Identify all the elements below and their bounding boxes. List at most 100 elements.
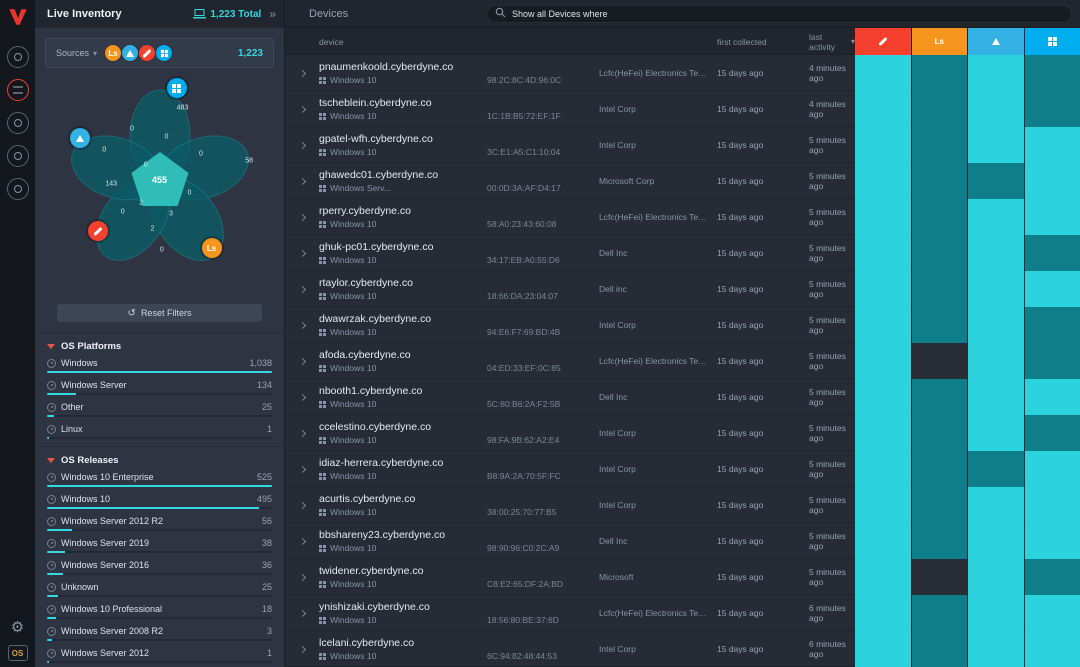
heat-cell[interactable] — [1025, 631, 1080, 667]
filter-toggle-icon[interactable] — [47, 583, 56, 592]
heat-cell[interactable] — [1025, 271, 1080, 307]
triangle-source-icon[interactable] — [70, 128, 90, 148]
device-name[interactable]: lcelani.cyberdyne.co — [319, 637, 487, 649]
heat-cell[interactable] — [855, 199, 911, 235]
filter-row[interactable]: Windows 10 Enterprise 525 — [47, 472, 272, 487]
windows-source-icon[interactable] — [167, 78, 187, 98]
heat-cell[interactable] — [968, 379, 1024, 415]
table-row[interactable]: nbooth1.cyberdyne.co Windows 10 5C:80:B6… — [285, 379, 1080, 415]
row-expand-chevron[interactable] — [298, 69, 305, 76]
row-expand-chevron[interactable] — [298, 537, 305, 544]
orange-source-icon[interactable]: Ls — [104, 44, 122, 62]
red-source-icon[interactable] — [138, 44, 156, 62]
heat-cell[interactable] — [968, 523, 1024, 559]
device-name[interactable]: afoda.cyberdyne.co — [319, 349, 487, 361]
row-expand-chevron[interactable] — [298, 465, 305, 472]
device-search-input[interactable] — [487, 5, 1072, 23]
red-source-column-header[interactable] — [855, 28, 911, 55]
heat-cell[interactable] — [1025, 307, 1080, 343]
network-icon[interactable] — [7, 178, 29, 200]
device-name[interactable]: acurtis.cyberdyne.co — [319, 493, 487, 505]
filter-toggle-icon[interactable] — [47, 539, 56, 548]
filter-row[interactable]: Windows Server 2012 1 — [47, 648, 272, 663]
heat-cell[interactable] — [855, 523, 911, 559]
heat-cell[interactable] — [968, 235, 1024, 271]
heat-cell[interactable] — [1025, 487, 1080, 523]
heat-cell[interactable] — [912, 91, 968, 127]
gear-icon[interactable]: ⚙ — [11, 620, 24, 635]
table-row[interactable]: ghuk-pc01.cyberdyne.co Windows 10 34:17:… — [285, 235, 1080, 271]
column-first-collected[interactable]: first collected — [717, 37, 809, 47]
heat-cell[interactable] — [912, 631, 968, 667]
heat-cell[interactable] — [912, 199, 968, 235]
device-name[interactable]: bbshareny23.cyberdyne.co — [319, 529, 487, 541]
triangle-source-icon[interactable] — [121, 44, 139, 62]
sources-icon[interactable] — [7, 112, 29, 134]
reset-filters-button[interactable]: ↺ Reset Filters — [57, 304, 262, 322]
device-name[interactable]: tscheblein.cyberdyne.co — [319, 97, 487, 109]
heat-cell[interactable] — [1025, 559, 1080, 595]
heat-cell[interactable] — [968, 307, 1024, 343]
device-name[interactable]: ccelestino.cyberdyne.co — [319, 421, 487, 433]
source-overlap-diagram[interactable]: 4830000580455143020320 Ls — [45, 76, 275, 288]
heat-cell[interactable] — [968, 199, 1024, 235]
heat-cell[interactable] — [912, 55, 968, 91]
heat-cell[interactable] — [1025, 595, 1080, 631]
heat-cell[interactable] — [855, 415, 911, 451]
heat-cell[interactable] — [1025, 523, 1080, 559]
heat-cell[interactable] — [1025, 163, 1080, 199]
filter-toggle-icon[interactable] — [47, 381, 56, 390]
device-name[interactable]: nbooth1.cyberdyne.co — [319, 385, 487, 397]
heat-cell[interactable] — [1025, 127, 1080, 163]
heat-cell[interactable] — [912, 343, 968, 379]
heat-cell[interactable] — [912, 415, 968, 451]
heat-cell[interactable] — [855, 307, 911, 343]
filter-row[interactable]: Windows Server 2016 36 — [47, 560, 272, 575]
heat-cell[interactable] — [1025, 379, 1080, 415]
heat-cell[interactable] — [855, 235, 911, 271]
heat-cell[interactable] — [855, 343, 911, 379]
filter-row[interactable]: Other 25 — [47, 402, 272, 417]
filter-row[interactable]: Windows Server 2019 38 — [47, 538, 272, 553]
integrations-icon[interactable] — [7, 145, 29, 167]
table-row[interactable]: pnaumenkoold.cyberdyne.co Windows 10 98:… — [285, 55, 1080, 91]
filter-toggle-icon[interactable] — [47, 495, 56, 504]
heat-cell[interactable] — [968, 487, 1024, 523]
row-expand-chevron[interactable] — [298, 357, 305, 364]
heat-cell[interactable] — [912, 127, 968, 163]
table-row[interactable]: lcelani.cyberdyne.co Windows 10 6C:94:82… — [285, 631, 1080, 667]
filter-section-header[interactable]: OS Releases — [35, 446, 284, 472]
row-expand-chevron[interactable] — [298, 141, 305, 148]
table-row[interactable]: ccelestino.cyberdyne.co Windows 10 98:FA… — [285, 415, 1080, 451]
row-expand-chevron[interactable] — [298, 213, 305, 220]
heat-cell[interactable] — [855, 379, 911, 415]
heat-cell[interactable] — [1025, 91, 1080, 127]
table-row[interactable]: acurtis.cyberdyne.co Windows 10 38:00:25… — [285, 487, 1080, 523]
heat-cell[interactable] — [1025, 235, 1080, 271]
filter-toggle-icon[interactable] — [47, 403, 56, 412]
heat-cell[interactable] — [968, 91, 1024, 127]
row-expand-chevron[interactable] — [298, 573, 305, 580]
column-last-activity[interactable]: last activity ▾ — [809, 32, 855, 52]
heat-cell[interactable] — [968, 163, 1024, 199]
device-name[interactable]: pnaumenkoold.cyberdyne.co — [319, 61, 487, 73]
filter-toggle-icon[interactable] — [47, 425, 56, 434]
orange-source-icon[interactable]: Ls — [202, 238, 222, 258]
triangle-source-column-header[interactable] — [968, 28, 1024, 55]
app-logo[interactable] — [7, 6, 29, 28]
heat-cell[interactable] — [855, 631, 911, 667]
row-expand-chevron[interactable] — [298, 645, 305, 652]
table-row[interactable]: idiaz-herrera.cyberdyne.co Windows 10 B8… — [285, 451, 1080, 487]
heat-cell[interactable] — [1025, 343, 1080, 379]
filter-row[interactable]: Windows Server 134 — [47, 380, 272, 395]
monitor-icon[interactable] — [7, 46, 29, 68]
heat-cell[interactable] — [855, 163, 911, 199]
filter-section-header[interactable]: OS Platforms — [35, 332, 284, 358]
device-name[interactable]: rperry.cyberdyne.co — [319, 205, 487, 217]
heat-cell[interactable] — [968, 595, 1024, 631]
heat-cell[interactable] — [912, 379, 968, 415]
heat-cell[interactable] — [912, 163, 968, 199]
heat-cell[interactable] — [1025, 415, 1080, 451]
filter-row[interactable]: Windows 1,038 — [47, 358, 272, 373]
filter-toggle-icon[interactable] — [47, 517, 56, 526]
